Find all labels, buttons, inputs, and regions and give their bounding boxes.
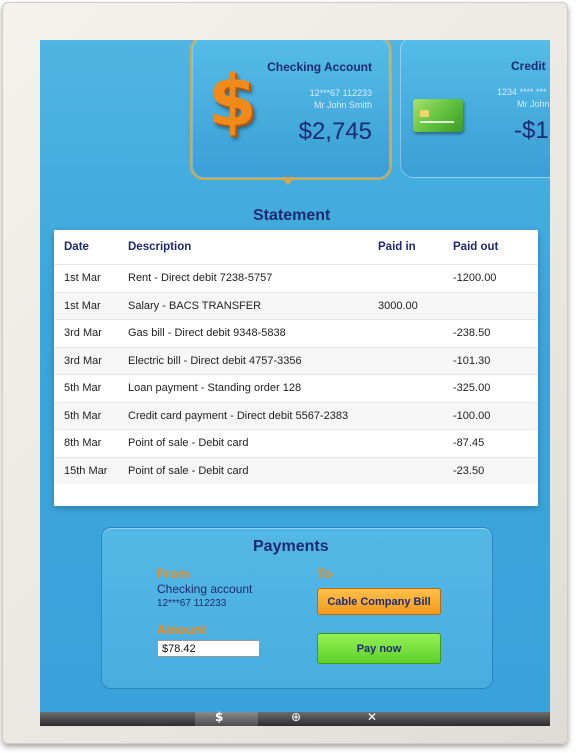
table-row: 3rd Mar Electric bill - Direct debit 4757… [54, 346, 538, 375]
credit-card-icon [413, 99, 463, 132]
cell-description: Loan payment - Standing order 128 [118, 374, 368, 402]
cell-paid-in [368, 401, 443, 430]
cell-paid-in [368, 374, 443, 402]
column-header-description: Description [128, 241, 192, 253]
cell-paid-out [443, 291, 538, 320]
table-row: 5th Mar Credit card payment - Direct debi… [54, 401, 538, 430]
column-header-paid-in: Paid in [378, 241, 416, 253]
cell-paid-in [368, 264, 443, 292]
amount-label: Amount [157, 622, 207, 637]
cell-description: Point of sale - Debit card [118, 456, 368, 484]
cell-date: 5th Mar [54, 401, 118, 430]
statement-table: Date Description Paid in Paid out 1st Ma… [54, 230, 538, 506]
cell-paid-out: -1200.00 [443, 264, 538, 292]
table-row: 5th Mar Loan payment - Standing order 128… [54, 374, 538, 402]
cell-date: 15th Mar [54, 456, 118, 484]
table-row: 1st Mar Salary - BACS TRANSFER 3000.00 [54, 291, 538, 320]
cell-description: Rent - Direct debit 7238-5757 [118, 264, 368, 292]
payments-panel: Payments From Checking account 12***67 1… [101, 527, 493, 689]
cell-description: Credit card payment - Direct debit 5567-… [118, 401, 368, 430]
cell-paid-in [368, 456, 443, 484]
payee-button[interactable]: Cable Company Bill [317, 588, 441, 615]
pay-now-button[interactable]: Pay now [317, 633, 441, 664]
table-row: 3rd Mar Gas bill - Direct debit 9348-5838… [54, 319, 538, 347]
cell-date: 1st Mar [54, 291, 118, 320]
account-holder: Mr John Smith [313, 100, 372, 110]
account-number: 12***67 112233 [309, 88, 372, 98]
cell-paid-in [368, 346, 443, 375]
account-title: Checking Account [267, 60, 372, 74]
cell-date: 3rd Mar [54, 319, 118, 347]
tab-selected-highlight [195, 712, 258, 726]
cell-date: 8th Mar [54, 429, 118, 457]
column-header-paid-out: Paid out [453, 241, 499, 253]
selected-card-pointer [281, 177, 295, 185]
table-row: 1st Mar Rent - Direct debit 7238-5757 -120… [54, 264, 538, 292]
statement-title: Statement [253, 207, 331, 224]
cell-date: 5th Mar [54, 374, 118, 402]
column-header-date: Date [64, 241, 89, 253]
account-balance: -$1,3 [514, 117, 550, 144]
cell-paid-out: -87.45 [443, 429, 538, 457]
cell-paid-out: -101.30 [443, 346, 538, 375]
amount-field[interactable] [157, 640, 260, 657]
globe-icon[interactable]: ⊕ [291, 710, 301, 724]
cell-description: Point of sale - Debit card [118, 429, 368, 457]
cell-description: Electric bill - Direct debit 4757-3356 [118, 346, 368, 375]
account-card-credit[interactable]: Credit 1234 **** *** Mr John -$1,3 [400, 40, 550, 178]
close-icon[interactable]: ✕ [367, 710, 377, 724]
to-label: To [317, 566, 332, 581]
device-frame: $ Checking Account 12***67 112233 Mr Joh… [2, 2, 568, 744]
cell-description: Gas bill - Direct debit 9348-5838 [118, 319, 368, 347]
table-header-row: Date Description Paid in Paid out [54, 230, 538, 265]
table-row: 8th Mar Point of sale - Debit card -87.45 [54, 429, 538, 457]
cell-paid-in [368, 429, 443, 457]
account-card-checking[interactable]: $ Checking Account 12***67 112233 Mr Joh… [190, 40, 392, 180]
account-title: Credit [511, 59, 546, 73]
dollar-icon: $ [208, 60, 257, 142]
from-account-number: 12***67 112233 [157, 598, 227, 609]
from-account: Checking account [157, 582, 253, 596]
cell-date: 1st Mar [54, 264, 118, 292]
account-holder: Mr John [517, 99, 550, 109]
table-row: 15th Mar Point of sale - Debit card -23.50 [54, 456, 538, 484]
cell-paid-in: 3000.00 [368, 291, 443, 320]
from-label: From [157, 566, 190, 581]
cell-paid-out: -238.50 [443, 319, 538, 347]
account-balance: $2,745 [298, 118, 372, 145]
cell-paid-in [368, 319, 443, 347]
cell-paid-out: -23.50 [443, 456, 538, 484]
dollar-icon[interactable]: $ [215, 710, 223, 724]
bottom-tab-bar: $ ⊕ ✕ [40, 710, 550, 726]
banking-app-screen: $ Checking Account 12***67 112233 Mr Joh… [40, 40, 550, 726]
account-number: 1234 **** *** [497, 87, 547, 97]
cell-paid-out: -325.00 [443, 374, 538, 402]
cell-paid-out: -100.00 [443, 401, 538, 430]
cell-description: Salary - BACS TRANSFER [118, 291, 368, 320]
payments-title: Payments [253, 538, 329, 555]
cell-date: 3rd Mar [54, 346, 118, 375]
